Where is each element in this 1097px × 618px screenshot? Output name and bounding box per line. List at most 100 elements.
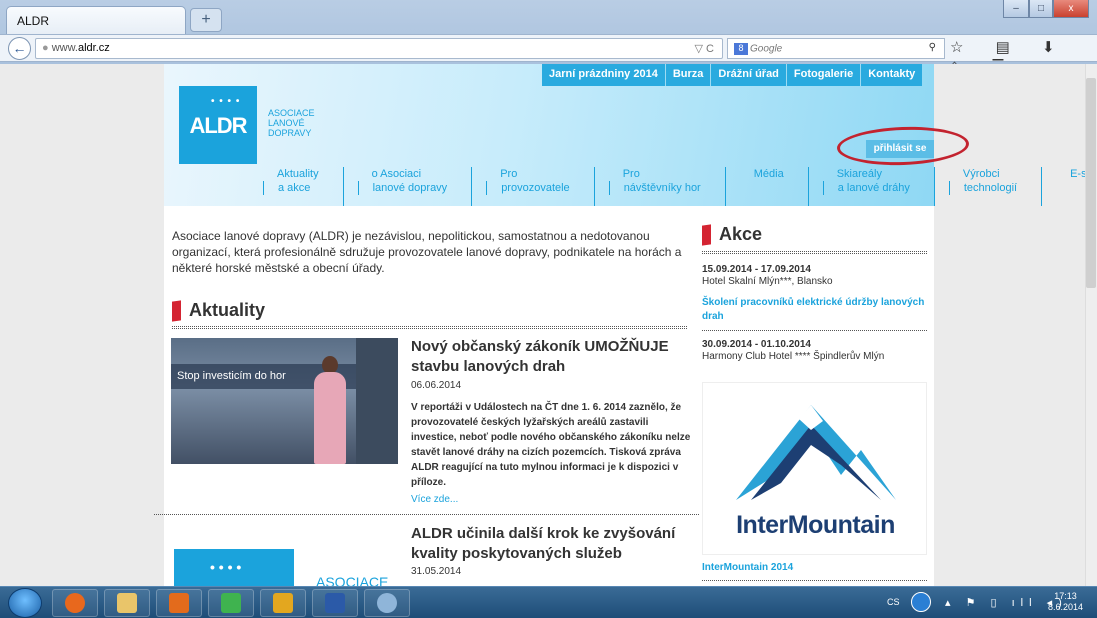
nav-label: o Asociaci [371, 168, 422, 180]
top-nav-spring-holidays[interactable]: Jarní prázdniny 2014 [542, 64, 666, 86]
article1-body: V reportáži v Událostech na ČT dne 1. 6.… [411, 402, 691, 488]
taskbar-word[interactable] [312, 589, 358, 617]
paint-icon [377, 593, 397, 613]
back-button[interactable]: ← [8, 37, 31, 60]
presenter [314, 372, 346, 464]
clock[interactable]: 17:13 8.6.2014 [1048, 591, 1083, 613]
divider [172, 326, 687, 329]
browser-chrome: ALDR + – □ x ← ● www.aldr.cz ▽ C 8 Google… [0, 0, 1097, 74]
image-screen [356, 338, 398, 464]
divider [702, 251, 927, 255]
divider [702, 330, 927, 332]
nav-label: Pro [500, 168, 518, 180]
site-logo[interactable]: • • • • ALDR [179, 86, 257, 164]
scrollbar-thumb[interactable] [1086, 78, 1096, 288]
events-sidebar: Akce 15.09.2014 - 17.09.2014 Hotel Skaln… [702, 214, 929, 362]
article-separator [154, 514, 699, 515]
main-nav-eshop[interactable]: E-shop [1041, 167, 1085, 206]
nav-label: a akce [263, 181, 319, 195]
top-nav-gallery[interactable]: Fotogalerie [787, 64, 862, 86]
media-icon [169, 593, 189, 613]
taskbar-outlook[interactable] [260, 589, 306, 617]
google-icon[interactable]: 8 [734, 43, 748, 55]
article2-image-text: ASOCIACE [316, 574, 389, 586]
events-heading: Akce [702, 224, 929, 246]
heading-marker [172, 300, 181, 322]
tab-title: ALDR [17, 14, 50, 28]
taskbar-media[interactable] [156, 589, 202, 617]
intermountain-banner[interactable]: InterMountain [702, 382, 927, 555]
article2-title[interactable]: ALDR učinila další krok ke zvyšování kva… [411, 524, 701, 564]
word-icon [325, 593, 345, 613]
browser-tab[interactable]: ALDR [6, 6, 186, 34]
taskbar-firefox[interactable] [52, 589, 98, 617]
search-placeholder: Google [750, 43, 783, 55]
logo-text: ALDR [189, 113, 247, 138]
chart-icon [221, 593, 241, 613]
close-button[interactable]: x [1053, 0, 1089, 18]
event-title-link[interactable]: Školení pracovníků elektrické údržby lan… [702, 296, 929, 324]
nav-label: technologií [948, 181, 1017, 195]
url-domain: aldr.cz [77, 42, 110, 54]
nav-label: lanové dopravy [357, 181, 447, 195]
main-nav-ski-resorts[interactable]: Skiareály a lanové dráhy [807, 167, 922, 206]
minimize-button[interactable]: – [1003, 0, 1029, 18]
event-date-text: 30.09.2014 - 01.10.2014 [702, 339, 811, 351]
event-item: 15.09.2014 - 17.09.2014 Hotel Skalní Mlý… [702, 264, 929, 324]
nav-label: a lanové dráhy [822, 181, 910, 195]
main-nav-about[interactable]: o Asociaci lanové dopravy [342, 167, 460, 206]
taskbar-app[interactable] [208, 589, 254, 617]
taskbar-explorer[interactable] [104, 589, 150, 617]
article2-date: 31.05.2014 [411, 566, 462, 577]
article1-image[interactable]: Stop investicím do hor [171, 338, 398, 464]
main-nav-operators[interactable]: Pro provozovatele [471, 167, 582, 206]
divider [702, 580, 927, 581]
navigation-bar: ← ● www.aldr.cz ▽ C 8Google ⚲ ☆ ▤ ⬇ ⌂ ☰ [0, 34, 1097, 74]
main-nav-visitors[interactable]: Pro návštěvníky hor [593, 167, 713, 206]
event-place: Hotel Skalní Mlýn***, Blansko [702, 276, 833, 288]
nav-label: Skiareály [836, 168, 882, 180]
logo-dots: • • • • [211, 96, 241, 107]
page-viewport: Jarní prázdniny 2014 Burza Drážní úřad F… [0, 64, 1085, 586]
main-nav-media[interactable]: Média [724, 167, 796, 206]
top-nav-contacts[interactable]: Kontakty [861, 64, 922, 86]
mountain-logo-icon [736, 405, 896, 500]
globe-icon: ● [42, 42, 52, 54]
site-header: Jarní prázdniny 2014 Burza Drážní úřad F… [164, 64, 1085, 206]
nav-label: Aktuality [277, 168, 319, 180]
language-indicator[interactable]: CS [887, 597, 900, 607]
ad-link[interactable]: InterMountain 2014 [702, 562, 793, 573]
reload-icon[interactable]: ▽ C [695, 42, 714, 55]
firefox-icon [65, 593, 85, 613]
search-icon[interactable]: ⚲ [929, 42, 936, 53]
start-button[interactable] [8, 588, 42, 618]
logo-dots: • • • • [210, 559, 242, 575]
url-bar[interactable]: ● www.aldr.cz ▽ C [35, 38, 723, 59]
article2-image[interactable]: • • • • [174, 549, 294, 586]
logo-line: DOPRAVY [268, 128, 312, 138]
network-globe-icon[interactable] [911, 592, 931, 612]
top-nav-railway-office[interactable]: Drážní úřad [711, 64, 787, 86]
nav-label: E-shop [1070, 168, 1085, 180]
scrollbar[interactable] [1085, 64, 1097, 586]
maximize-button[interactable]: □ [1029, 0, 1053, 18]
main-nav-news[interactable]: Aktuality a akce [249, 167, 331, 206]
top-nav-exchange[interactable]: Burza [666, 64, 712, 86]
search-input[interactable]: 8 Google ⚲ [727, 38, 945, 59]
main-nav-manufacturers[interactable]: Výrobci technologií [933, 167, 1029, 206]
system-tray: CS ▴ ⚑ ▯ ıll ◂) 17:13 8.6.2014 [867, 587, 1097, 618]
article1-title[interactable]: Nový občanský zákoník UMOŽŇUJE stavbu la… [411, 337, 701, 377]
logo-caption: ASOCIACE LANOVÉ DOPRAVY [268, 108, 315, 138]
nav-label: Výrobci [962, 168, 1000, 180]
article1-more-link[interactable]: Více zde... [411, 494, 458, 505]
event-date: 30.09.2014 - 01.10.2014 [702, 339, 929, 351]
window-controls: – □ x [1003, 0, 1089, 20]
logo-line: ASOCIACE [268, 108, 315, 118]
ad-brand: InterMountain [736, 511, 895, 539]
article1-date: 06.06.2014 [411, 380, 462, 391]
news-heading-text: Aktuality [189, 300, 266, 320]
new-tab-button[interactable]: + [190, 8, 222, 32]
taskbar-paint[interactable] [364, 589, 410, 617]
nav-label: provozovatele [486, 181, 570, 195]
clock-time: 17:13 [1054, 591, 1077, 601]
